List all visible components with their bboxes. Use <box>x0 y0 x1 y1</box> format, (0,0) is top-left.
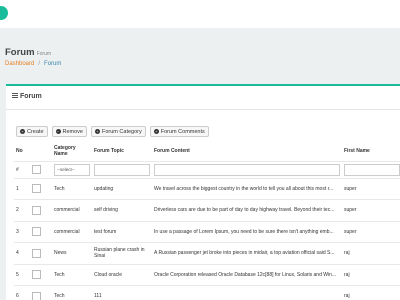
list-icon <box>12 93 18 98</box>
row-first-name: super <box>342 199 400 222</box>
table-row[interactable]: 5 Tech Cloud oracle Oracle Corporation r… <box>14 264 400 286</box>
table-row[interactable]: 2 commercial self driving Driverless car… <box>14 199 400 222</box>
table-row[interactable]: 3 commercial test forum In use a passage… <box>14 221 400 243</box>
row-number: 4 <box>14 242 30 265</box>
row-number: 2 <box>14 199 30 222</box>
column-header-first-name[interactable]: First Name <box>342 142 400 162</box>
row-number: 3 <box>14 221 30 243</box>
minus-circle-icon: − <box>55 128 61 134</box>
row-checkbox[interactable] <box>32 205 41 215</box>
table-header-row: No Category Name Forum Topic Forum Conte… <box>14 142 400 162</box>
table-row[interactable]: 1 Tech updating We travel across the big… <box>14 178 400 200</box>
row-content <box>152 285 342 300</box>
create-button[interactable]: + Create <box>16 126 48 137</box>
row-checkbox[interactable] <box>32 227 41 237</box>
row-category: commercial <box>52 199 92 222</box>
breadcrumb: Dashboard / Forum <box>5 61 61 67</box>
row-topic: test forum <box>92 221 152 243</box>
column-header-select <box>30 142 52 162</box>
select-all-checkbox[interactable] <box>32 165 41 174</box>
row-category: News <box>52 242 92 265</box>
topic-filter-input[interactable] <box>94 163 150 176</box>
row-topic: Russian plane crash in Sinai <box>92 242 152 265</box>
breadcrumb-dashboard-link[interactable]: Dashboard <box>5 61 34 67</box>
filter-hash: # <box>14 161 30 179</box>
toolbar: + Create − Remove + Forum Category + Forum C… <box>16 126 209 137</box>
row-content: In use a passage of Lorem Ipsum, you nee… <box>152 221 342 243</box>
row-first-name: super <box>342 221 400 243</box>
forum-comments-button[interactable]: + Forum Comments <box>149 126 209 137</box>
filter-row: # --select-- <box>14 161 400 179</box>
top-bar <box>0 0 400 28</box>
page-title: Forum Forum <box>5 47 52 58</box>
plus-circle-icon: + <box>95 128 100 134</box>
row-checkbox[interactable] <box>32 291 41 300</box>
row-first-name: raj <box>342 264 400 286</box>
panel-header: Forum <box>6 86 400 110</box>
breadcrumb-current: Forum <box>44 61 62 67</box>
breadcrumb-separator: / <box>38 61 41 67</box>
table-row[interactable]: 4 News Russian plane crash in Sinai A Ru… <box>14 242 400 265</box>
row-content: Driverless cars are due to be part of da… <box>152 199 342 222</box>
row-checkbox[interactable] <box>32 270 41 280</box>
row-first-name: raj <box>342 242 400 265</box>
row-checkbox[interactable] <box>32 184 41 194</box>
column-header-no[interactable]: No <box>14 142 30 162</box>
row-checkbox[interactable] <box>32 248 41 258</box>
row-topic: self driving <box>92 199 152 222</box>
row-category: commercial <box>52 221 92 243</box>
row-topic: updating <box>92 178 152 200</box>
row-first-name: raj <box>342 285 400 300</box>
panel-title: Forum <box>20 93 42 100</box>
forum-category-button[interactable]: + Forum Category <box>91 126 146 137</box>
content-filter-input[interactable] <box>154 163 340 176</box>
row-number: 1 <box>14 178 30 200</box>
row-category: Tech <box>52 285 92 300</box>
column-header-category[interactable]: Category Name <box>52 142 92 162</box>
row-content: A Russian passenger jet broke into piece… <box>152 242 342 265</box>
forum-panel: Forum + Create − Remove + Forum Category + F… <box>6 84 400 300</box>
row-category: Tech <box>52 264 92 286</box>
column-header-topic[interactable]: Forum Topic <box>92 142 152 162</box>
row-content: We travel across the biggest country in … <box>152 178 342 200</box>
row-topic: 111 <box>92 285 152 300</box>
first-name-filter-input[interactable] <box>344 163 400 176</box>
remove-button[interactable]: − Remove <box>51 126 87 137</box>
table-row[interactable]: 6 Tech 111 raj <box>14 285 400 300</box>
row-topic: Cloud oracle <box>92 264 152 286</box>
column-header-content[interactable]: Forum Content <box>152 142 342 162</box>
row-content: Oracle Corporation released Oracle Datab… <box>152 264 342 286</box>
row-number: 6 <box>14 285 30 300</box>
plus-circle-icon: + <box>20 128 25 134</box>
row-category: Tech <box>52 178 92 200</box>
row-number: 5 <box>14 264 30 286</box>
page-subtitle: Forum <box>36 51 52 57</box>
forum-table: No Category Name Forum Topic Forum Conte… <box>14 142 400 300</box>
plus-circle-icon: + <box>153 128 159 134</box>
row-first-name: super <box>342 178 400 200</box>
category-filter-select[interactable]: --select-- <box>54 163 90 176</box>
